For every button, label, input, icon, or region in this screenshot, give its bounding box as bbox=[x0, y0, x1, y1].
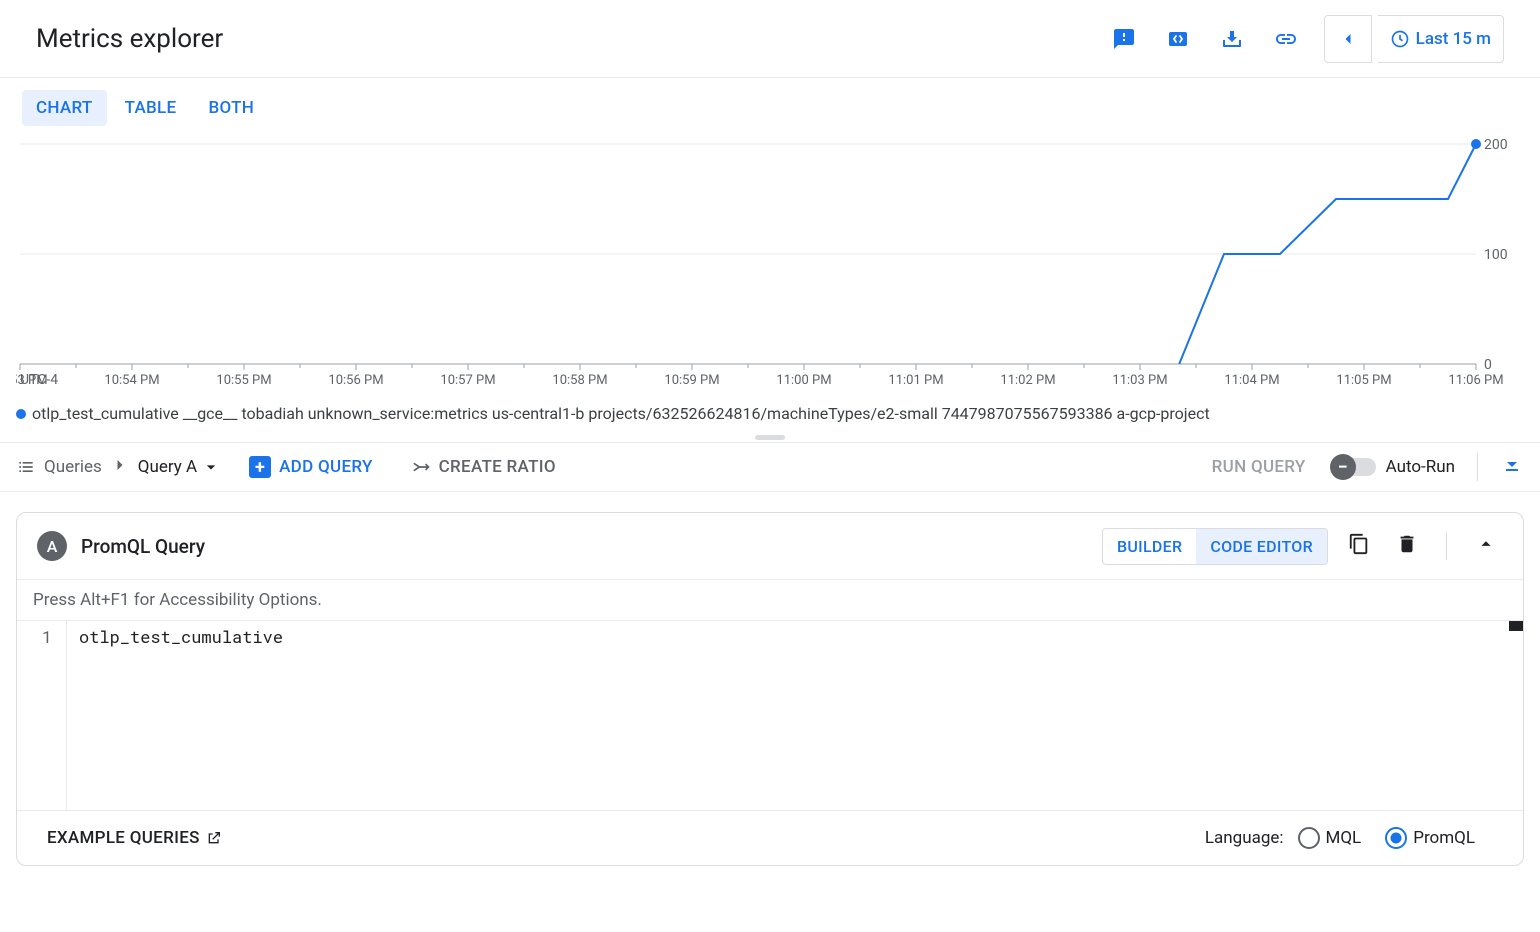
svg-text:11:04 PM: 11:04 PM bbox=[1224, 373, 1279, 388]
chevron-right-icon bbox=[110, 455, 130, 480]
query-selector[interactable]: Query A bbox=[138, 457, 221, 477]
radio-mql[interactable]: MQL bbox=[1298, 827, 1362, 849]
header-actions: Last 15 m bbox=[1100, 15, 1504, 63]
view-tabs: CHART TABLE BOTH bbox=[16, 90, 1524, 134]
svg-text:11:03 PM: 11:03 PM bbox=[1112, 373, 1167, 388]
svg-text:10:58 PM: 10:58 PM bbox=[552, 373, 607, 388]
legend-dot-icon bbox=[16, 409, 26, 419]
svg-text:11:02 PM: 11:02 PM bbox=[1000, 373, 1055, 388]
time-back-button[interactable] bbox=[1324, 15, 1372, 63]
collapse-down-icon[interactable] bbox=[1500, 453, 1524, 481]
add-query-label: ADD QUERY bbox=[279, 457, 373, 477]
caret-down-icon bbox=[201, 457, 221, 477]
auto-run-label: Auto-Run bbox=[1386, 457, 1455, 477]
query-footer: EXAMPLE QUERIES Language: MQL PromQL bbox=[17, 810, 1523, 865]
scroll-marker bbox=[1509, 621, 1523, 631]
page-title: Metrics explorer bbox=[36, 24, 223, 54]
query-badge: A bbox=[37, 531, 67, 561]
radio-promql[interactable]: PromQL bbox=[1385, 827, 1475, 849]
chart-section: CHART TABLE BOTH 0100200UTC-410:53 PM10:… bbox=[0, 78, 1540, 398]
resize-handle[interactable] bbox=[0, 433, 1540, 442]
query-panel: A PromQL Query BUILDER CODE EDITOR Press… bbox=[16, 512, 1524, 866]
time-range-label: Last 15 m bbox=[1416, 29, 1491, 49]
line-gutter: 1 bbox=[17, 621, 67, 810]
code-editor[interactable]: 1 otlp_test_cumulative bbox=[17, 620, 1523, 810]
code-content[interactable]: otlp_test_cumulative bbox=[67, 621, 1523, 810]
tab-chart[interactable]: CHART bbox=[22, 90, 107, 126]
builder-mode-button[interactable]: BUILDER bbox=[1103, 529, 1196, 564]
list-icon bbox=[16, 457, 36, 477]
line-number: 1 bbox=[17, 625, 52, 648]
download-icon[interactable] bbox=[1208, 15, 1256, 63]
create-ratio-label: CREATE RATIO bbox=[439, 457, 556, 477]
query-select-label: Query A bbox=[138, 457, 197, 477]
svg-text:200: 200 bbox=[1484, 138, 1508, 153]
language-label: Language: bbox=[1205, 828, 1284, 848]
code-icon[interactable] bbox=[1154, 15, 1202, 63]
svg-text:10:57 PM: 10:57 PM bbox=[440, 373, 495, 388]
auto-run-toggle[interactable]: − Auto-Run bbox=[1332, 457, 1455, 477]
toggle-switch[interactable]: − bbox=[1332, 458, 1376, 476]
query-header: A PromQL Query BUILDER CODE EDITOR bbox=[17, 513, 1523, 580]
svg-text:11:06 PM: 11:06 PM bbox=[1448, 373, 1503, 388]
divider bbox=[1477, 453, 1478, 481]
legend-text: otlp_test_cumulative __gce__ tobadiah un… bbox=[32, 404, 1210, 423]
feedback-icon[interactable] bbox=[1100, 15, 1148, 63]
add-query-button[interactable]: + ADD QUERY bbox=[249, 456, 373, 478]
merge-icon bbox=[411, 457, 431, 477]
svg-text:10:54 PM: 10:54 PM bbox=[104, 373, 159, 388]
breadcrumb: Queries Query A bbox=[16, 455, 221, 480]
collapse-panel-icon[interactable] bbox=[1469, 527, 1503, 565]
svg-text:10:56 PM: 10:56 PM bbox=[328, 373, 383, 388]
chart-svg: 0100200UTC-410:53 PM10:54 PM10:55 PM10:5… bbox=[16, 138, 1524, 398]
radio-mql-label: MQL bbox=[1326, 828, 1362, 848]
example-queries-label: EXAMPLE QUERIES bbox=[47, 828, 200, 848]
accessibility-hint: Press Alt+F1 for Accessibility Options. bbox=[17, 580, 1523, 620]
tab-table[interactable]: TABLE bbox=[111, 90, 191, 126]
query-toolbar: Queries Query A + ADD QUERY CREATE RATIO… bbox=[0, 442, 1540, 492]
svg-text:11:00 PM: 11:00 PM bbox=[776, 373, 831, 388]
link-icon[interactable] bbox=[1262, 15, 1310, 63]
chart-area[interactable]: 0100200UTC-410:53 PM10:54 PM10:55 PM10:5… bbox=[16, 138, 1524, 398]
radio-promql-label: PromQL bbox=[1413, 828, 1475, 848]
queries-label[interactable]: Queries bbox=[44, 457, 102, 477]
chart-legend[interactable]: otlp_test_cumulative __gce__ tobadiah un… bbox=[0, 398, 1540, 433]
toggle-knob: − bbox=[1330, 454, 1356, 480]
svg-text:11:05 PM: 11:05 PM bbox=[1336, 373, 1391, 388]
query-title: PromQL Query bbox=[81, 535, 1088, 558]
example-queries-link[interactable]: EXAMPLE QUERIES bbox=[47, 828, 222, 848]
svg-text:11:01 PM: 11:01 PM bbox=[888, 373, 943, 388]
svg-text:0: 0 bbox=[1484, 357, 1492, 373]
tab-both[interactable]: BOTH bbox=[194, 90, 268, 126]
run-query-button[interactable]: RUN QUERY bbox=[1212, 457, 1306, 477]
create-ratio-button[interactable]: CREATE RATIO bbox=[411, 457, 556, 477]
divider bbox=[1446, 532, 1447, 560]
svg-text:10:55 PM: 10:55 PM bbox=[216, 373, 271, 388]
app-header: Metrics explorer Last 15 m bbox=[0, 0, 1540, 78]
plus-icon: + bbox=[249, 456, 271, 478]
code-editor-mode-button[interactable]: CODE EDITOR bbox=[1196, 529, 1327, 564]
mode-toggle: BUILDER CODE EDITOR bbox=[1102, 528, 1328, 565]
svg-text:10:53 PM: 10:53 PM bbox=[16, 373, 48, 388]
svg-text:100: 100 bbox=[1484, 247, 1508, 263]
copy-icon[interactable] bbox=[1342, 527, 1376, 565]
svg-text:10:59 PM: 10:59 PM bbox=[664, 373, 719, 388]
radio-circle bbox=[1298, 827, 1320, 849]
external-link-icon bbox=[206, 830, 222, 846]
radio-circle bbox=[1385, 827, 1407, 849]
delete-icon[interactable] bbox=[1390, 527, 1424, 565]
time-range-button[interactable]: Last 15 m bbox=[1378, 15, 1504, 63]
